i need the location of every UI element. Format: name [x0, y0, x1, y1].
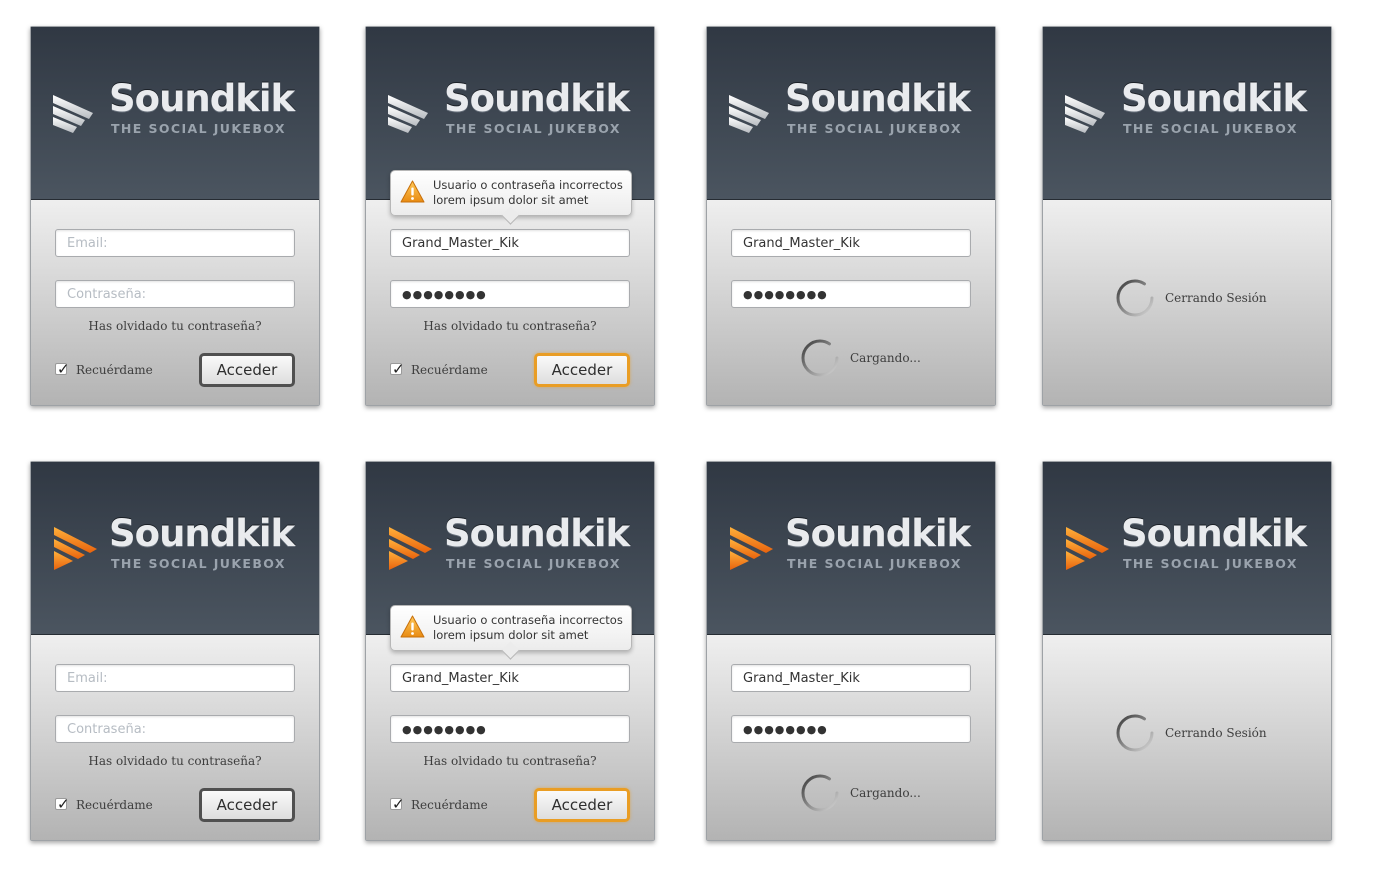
soundkik-logo: Soundkik THE SOCIAL JUKEBOX [1063, 512, 1323, 578]
soundkik-logo: Soundkik THE SOCIAL JUKEBOX [1063, 77, 1323, 143]
spinner-icon [1116, 279, 1154, 317]
soundkik-logo: Soundkik THE SOCIAL JUKEBOX [727, 77, 987, 143]
panel-header: Soundkik THE SOCIAL JUKEBOX [31, 462, 319, 635]
loading-text: Cargando... [850, 786, 921, 800]
login-panel-empty: Soundkik THE SOCIAL JUKEBOX Has olvidado… [30, 26, 320, 406]
error-line-1: Usuario o contraseña incorrectos [433, 613, 623, 627]
logout-text: Cerrando Sesión [1165, 726, 1267, 740]
remember-label: Recuérdame [411, 363, 488, 377]
username-field[interactable] [731, 664, 971, 692]
panel-header: Soundkik THE SOCIAL JUKEBOX [31, 27, 319, 200]
soundkik-logo: Soundkik THE SOCIAL JUKEBOX [386, 512, 646, 578]
username-field[interactable] [390, 664, 630, 692]
sound-waves-icon [1066, 527, 1109, 570]
remember-label: Recuérdame [76, 798, 153, 812]
brand-name: Soundkik [444, 77, 630, 120]
password-field[interactable] [390, 280, 630, 308]
password-field[interactable] [390, 715, 630, 743]
brand-tagline: THE SOCIAL JUKEBOX [1123, 121, 1298, 136]
panel-header: Soundkik THE SOCIAL JUKEBOX [707, 27, 995, 200]
login-panel-loading: Soundkik THE SOCIAL JUKEBOX Cargando... [706, 26, 996, 406]
brand-name: Soundkik [1121, 77, 1307, 120]
password-field[interactable] [731, 280, 971, 308]
forgot-password-link[interactable]: Has olvidado tu contraseña? [31, 319, 319, 333]
login-panel-empty: Soundkik THE SOCIAL JUKEBOX Has olvidado… [30, 461, 320, 841]
soundkik-logo: Soundkik THE SOCIAL JUKEBOX [51, 77, 311, 143]
brand-name: Soundkik [1121, 512, 1307, 555]
sound-waves-icon [54, 527, 97, 570]
forgot-password-link[interactable]: Has olvidado tu contraseña? [366, 319, 654, 333]
login-button[interactable]: Acceder [199, 788, 295, 822]
logout-text: Cerrando Sesión [1165, 291, 1267, 305]
brand-name: Soundkik [785, 77, 971, 120]
sound-waves-icon [388, 95, 428, 133]
logout-panel: Soundkik THE SOCIAL JUKEBOX Cerrando Ses… [1042, 461, 1332, 841]
logout-panel: Soundkik THE SOCIAL JUKEBOX Cerrando Ses… [1042, 26, 1332, 406]
forgot-password-link[interactable]: Has olvidado tu contraseña? [366, 754, 654, 768]
brand-tagline: THE SOCIAL JUKEBOX [111, 556, 286, 571]
soundkik-logo: Soundkik THE SOCIAL JUKEBOX [51, 512, 311, 578]
brand-tagline: THE SOCIAL JUKEBOX [1123, 556, 1298, 571]
email-field[interactable] [55, 229, 295, 257]
sound-waves-icon [730, 527, 773, 570]
panel-header: Soundkik THE SOCIAL JUKEBOX [1043, 462, 1331, 635]
password-field[interactable] [55, 715, 295, 743]
brand-tagline: THE SOCIAL JUKEBOX [787, 121, 962, 136]
spinner-icon [801, 774, 839, 812]
login-panel-error: Soundkik THE SOCIAL JUKEBOX Usuario o co… [365, 26, 655, 406]
username-field[interactable] [731, 229, 971, 257]
brand-tagline: THE SOCIAL JUKEBOX [446, 556, 621, 571]
error-tooltip: Usuario o contraseña incorrectos lorem i… [390, 605, 632, 660]
sound-waves-icon [1065, 95, 1105, 133]
forgot-password-link[interactable]: Has olvidado tu contraseña? [31, 754, 319, 768]
panel-header: Soundkik THE SOCIAL JUKEBOX [1043, 27, 1331, 200]
brand-name: Soundkik [785, 512, 971, 555]
panel-header: Soundkik THE SOCIAL JUKEBOX [707, 462, 995, 635]
warning-icon [400, 615, 425, 638]
checkbox-checked-icon[interactable]: ✓ [55, 360, 70, 378]
remember-label: Recuérdame [411, 798, 488, 812]
error-line-2: lorem ipsum dolor sit amet [433, 628, 589, 642]
error-message: Usuario o contraseña incorrectos lorem i… [433, 613, 623, 643]
sound-waves-icon [53, 95, 93, 133]
login-button[interactable]: Acceder [534, 788, 630, 822]
password-field[interactable] [55, 280, 295, 308]
checkbox-checked-icon[interactable]: ✓ [390, 795, 405, 813]
login-button[interactable]: Acceder [534, 353, 630, 387]
error-message: Usuario o contraseña incorrectos lorem i… [433, 178, 623, 208]
error-tooltip: Usuario o contraseña incorrectos lorem i… [390, 170, 632, 225]
brand-tagline: THE SOCIAL JUKEBOX [111, 121, 286, 136]
brand-name: Soundkik [109, 77, 295, 120]
brand-tagline: THE SOCIAL JUKEBOX [446, 121, 621, 136]
brand-name: Soundkik [444, 512, 630, 555]
sound-waves-icon [729, 95, 769, 133]
loading-text: Cargando... [850, 351, 921, 365]
email-field[interactable] [55, 664, 295, 692]
checkbox-checked-icon[interactable]: ✓ [390, 360, 405, 378]
login-button[interactable]: Acceder [199, 353, 295, 387]
brand-name: Soundkik [109, 512, 295, 555]
checkbox-checked-icon[interactable]: ✓ [55, 795, 70, 813]
remember-label: Recuérdame [76, 363, 153, 377]
soundkik-logo: Soundkik THE SOCIAL JUKEBOX [727, 512, 987, 578]
error-line-2: lorem ipsum dolor sit amet [433, 193, 589, 207]
spinner-icon [801, 339, 839, 377]
username-field[interactable] [390, 229, 630, 257]
error-line-1: Usuario o contraseña incorrectos [433, 178, 623, 192]
sound-waves-icon [389, 527, 432, 570]
login-panel-error: Soundkik THE SOCIAL JUKEBOX Usuario o co… [365, 461, 655, 841]
login-panel-loading: Soundkik THE SOCIAL JUKEBOX Cargando... [706, 461, 996, 841]
warning-icon [400, 180, 425, 203]
soundkik-logo: Soundkik THE SOCIAL JUKEBOX [386, 77, 646, 143]
spinner-icon [1116, 714, 1154, 752]
password-field[interactable] [731, 715, 971, 743]
brand-tagline: THE SOCIAL JUKEBOX [787, 556, 962, 571]
